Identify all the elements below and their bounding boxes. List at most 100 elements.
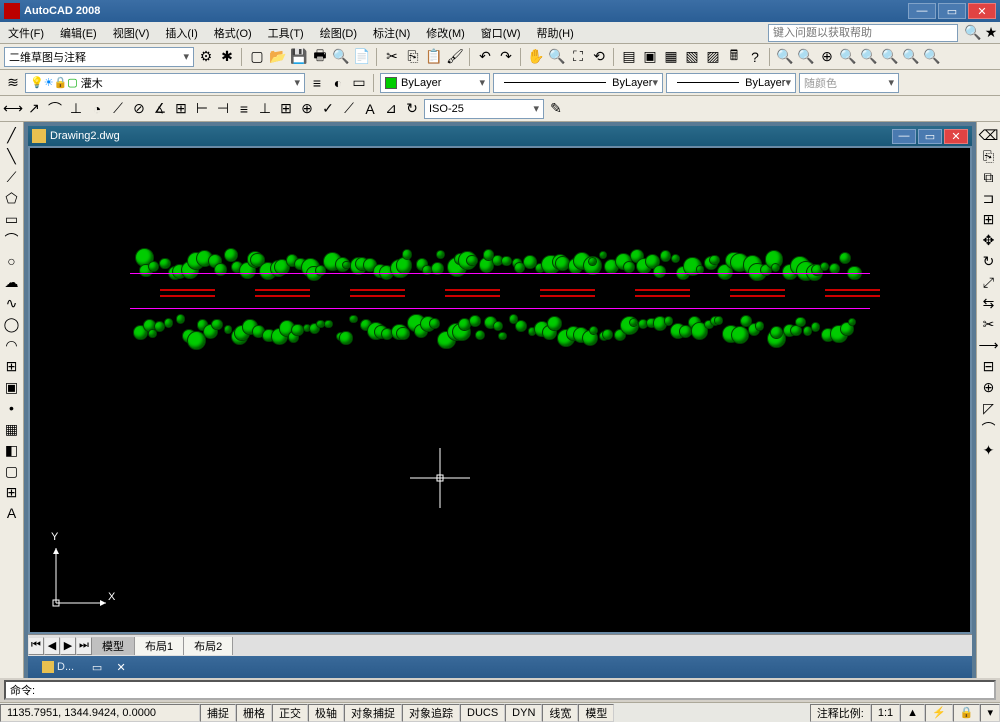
explode-icon[interactable]: ✦	[980, 441, 998, 459]
spline-icon[interactable]: ∿	[3, 294, 21, 312]
dim-linear-icon[interactable]: ⟷	[4, 100, 22, 118]
scale-icon[interactable]: ⤢	[980, 273, 998, 291]
rectangle-icon[interactable]: ▭	[3, 210, 21, 228]
minimize-button[interactable]: —	[908, 3, 936, 19]
zoom-realtime-icon[interactable]: 🔍	[548, 48, 566, 66]
dim-diameter-icon[interactable]: ⊘	[130, 100, 148, 118]
drawing-canvas[interactable]: X Y	[28, 146, 972, 634]
grid-toggle[interactable]: 栅格	[236, 704, 272, 722]
menu-edit[interactable]: 编辑(E)	[52, 23, 105, 43]
paste-icon[interactable]: 📋	[425, 48, 443, 66]
lock-icon[interactable]: 🔒	[953, 704, 981, 722]
ortho-toggle[interactable]: 正交	[272, 704, 308, 722]
lwt-toggle[interactable]: 线宽	[542, 704, 578, 722]
doc-close-button[interactable]: ✕	[944, 129, 968, 144]
lineweight-dropdown[interactable]: ByLayer	[666, 73, 796, 93]
dim-quick-icon[interactable]: ⊞	[172, 100, 190, 118]
polygon-icon[interactable]: ⬠	[3, 189, 21, 207]
ducs-toggle[interactable]: DUCS	[460, 704, 505, 722]
gradient-icon[interactable]: ◧	[3, 441, 21, 459]
save-icon[interactable]: 💾	[290, 48, 308, 66]
anno-scale-value[interactable]: 1:1	[871, 704, 900, 722]
color-dropdown[interactable]: ByLayer	[380, 73, 490, 93]
menu-draw[interactable]: 绘图(D)	[312, 23, 365, 43]
publish-icon[interactable]: 📄	[353, 48, 371, 66]
trim-icon[interactable]: ✂	[980, 315, 998, 333]
redo-icon[interactable]: ↷	[497, 48, 515, 66]
menu-dimension[interactable]: 标注(N)	[365, 23, 418, 43]
gear-icon[interactable]: ⚙	[197, 48, 215, 66]
matchprop-icon[interactable]: 🖌	[446, 48, 464, 66]
polar-toggle[interactable]: 极轴	[308, 704, 344, 722]
ellipse-icon[interactable]: ◯	[3, 315, 21, 333]
zoom-window-icon[interactable]: ⛶	[569, 48, 587, 66]
doc-minimize-button[interactable]: —	[892, 129, 916, 144]
open-icon[interactable]: 📂	[269, 48, 287, 66]
point-icon[interactable]: •	[3, 399, 21, 417]
rotate-icon[interactable]: ↻	[980, 252, 998, 270]
toolpalettes-icon[interactable]: ▦	[662, 48, 680, 66]
jogline-icon[interactable]: ⟋	[340, 100, 358, 118]
dimstyle-dropdown[interactable]: ISO-25	[424, 99, 544, 119]
search-icon[interactable]: 🔍	[964, 24, 982, 42]
dimtedit-icon[interactable]: ⊿	[382, 100, 400, 118]
dim-space-icon[interactable]: ≡	[235, 100, 253, 118]
dim-angular-icon[interactable]: ∡	[151, 100, 169, 118]
hatch-icon[interactable]: ▦	[3, 420, 21, 438]
zoom-prev-icon[interactable]: ⟲	[590, 48, 608, 66]
close-button[interactable]: ✕	[968, 3, 996, 19]
centermark-icon[interactable]: ⊕	[298, 100, 316, 118]
properties-icon[interactable]: ▤	[620, 48, 638, 66]
line-icon[interactable]: ╱	[3, 126, 21, 144]
dim-aligned-icon[interactable]: ↗	[25, 100, 43, 118]
dyn-toggle[interactable]: DYN	[505, 704, 542, 722]
osnap-toggle[interactable]: 对象捕捉	[344, 704, 402, 722]
layer-manager-icon[interactable]: ≋	[4, 74, 22, 92]
tab-prev-button[interactable]: ◀	[44, 637, 60, 655]
zoom-scale-icon[interactable]: 🔍	[902, 48, 920, 66]
copy-icon[interactable]: ⎘	[404, 48, 422, 66]
menu-file[interactable]: 文件(F)	[0, 23, 52, 43]
arc-icon[interactable]: ⌒	[3, 231, 21, 249]
doc-maximize-button[interactable]: ▭	[918, 129, 942, 144]
tolerance-icon[interactable]: ⊞	[277, 100, 295, 118]
docbar-tab[interactable]: D...	[32, 659, 84, 675]
zoom-all-icon[interactable]: 🔍	[839, 48, 857, 66]
help-search-input[interactable]	[768, 24, 958, 42]
model-toggle[interactable]: 模型	[578, 704, 614, 722]
snap-toggle[interactable]: 捕捉	[200, 704, 236, 722]
menu-view[interactable]: 视图(V)	[105, 23, 158, 43]
join-icon[interactable]: ⊕	[980, 378, 998, 396]
undo-icon[interactable]: ↶	[476, 48, 494, 66]
menu-insert[interactable]: 插入(I)	[157, 23, 205, 43]
layer-dropdown[interactable]: 💡☀🔒▢ 灌木	[25, 73, 305, 93]
pan-icon[interactable]: ✋	[527, 48, 545, 66]
ellipse-arc-icon[interactable]: ◠	[3, 336, 21, 354]
sheetset-icon[interactable]: ▧	[683, 48, 701, 66]
tab-first-button[interactable]: ⏮	[28, 637, 44, 655]
circle-icon[interactable]: ○	[3, 252, 21, 270]
inspect-icon[interactable]: ✓	[319, 100, 337, 118]
zoom-object-icon[interactable]: 🔍	[881, 48, 899, 66]
dim-arc-icon[interactable]: ⌒	[46, 100, 64, 118]
plot-preview-icon[interactable]: 🔍	[332, 48, 350, 66]
xline-icon[interactable]: ╲	[3, 147, 21, 165]
tab-layout2[interactable]: 布局2	[184, 637, 233, 655]
dim-ordinate-icon[interactable]: ⊥	[67, 100, 85, 118]
fillet-icon[interactable]: ⌒	[980, 420, 998, 438]
mirror-icon[interactable]: ⧉	[980, 168, 998, 186]
layer-prev-icon[interactable]: ◐	[329, 74, 347, 92]
docbar-close-button[interactable]: ✕	[110, 659, 132, 675]
move-icon[interactable]: ✥	[980, 231, 998, 249]
settings-icon[interactable]: ✱	[218, 48, 236, 66]
extend-icon[interactable]: ⟶	[980, 336, 998, 354]
chamfer-icon[interactable]: ◸	[980, 399, 998, 417]
mtext-icon[interactable]: A	[3, 504, 21, 522]
dsviewer-icon[interactable]: ▣	[641, 48, 659, 66]
command-line[interactable]: 命令:	[4, 680, 996, 700]
erase-icon[interactable]: ⌫	[980, 126, 998, 144]
array-icon[interactable]: ⊞	[980, 210, 998, 228]
new-icon[interactable]: ▢	[248, 48, 266, 66]
break-icon[interactable]: ⊟	[980, 357, 998, 375]
region-icon[interactable]: ▢	[3, 462, 21, 480]
